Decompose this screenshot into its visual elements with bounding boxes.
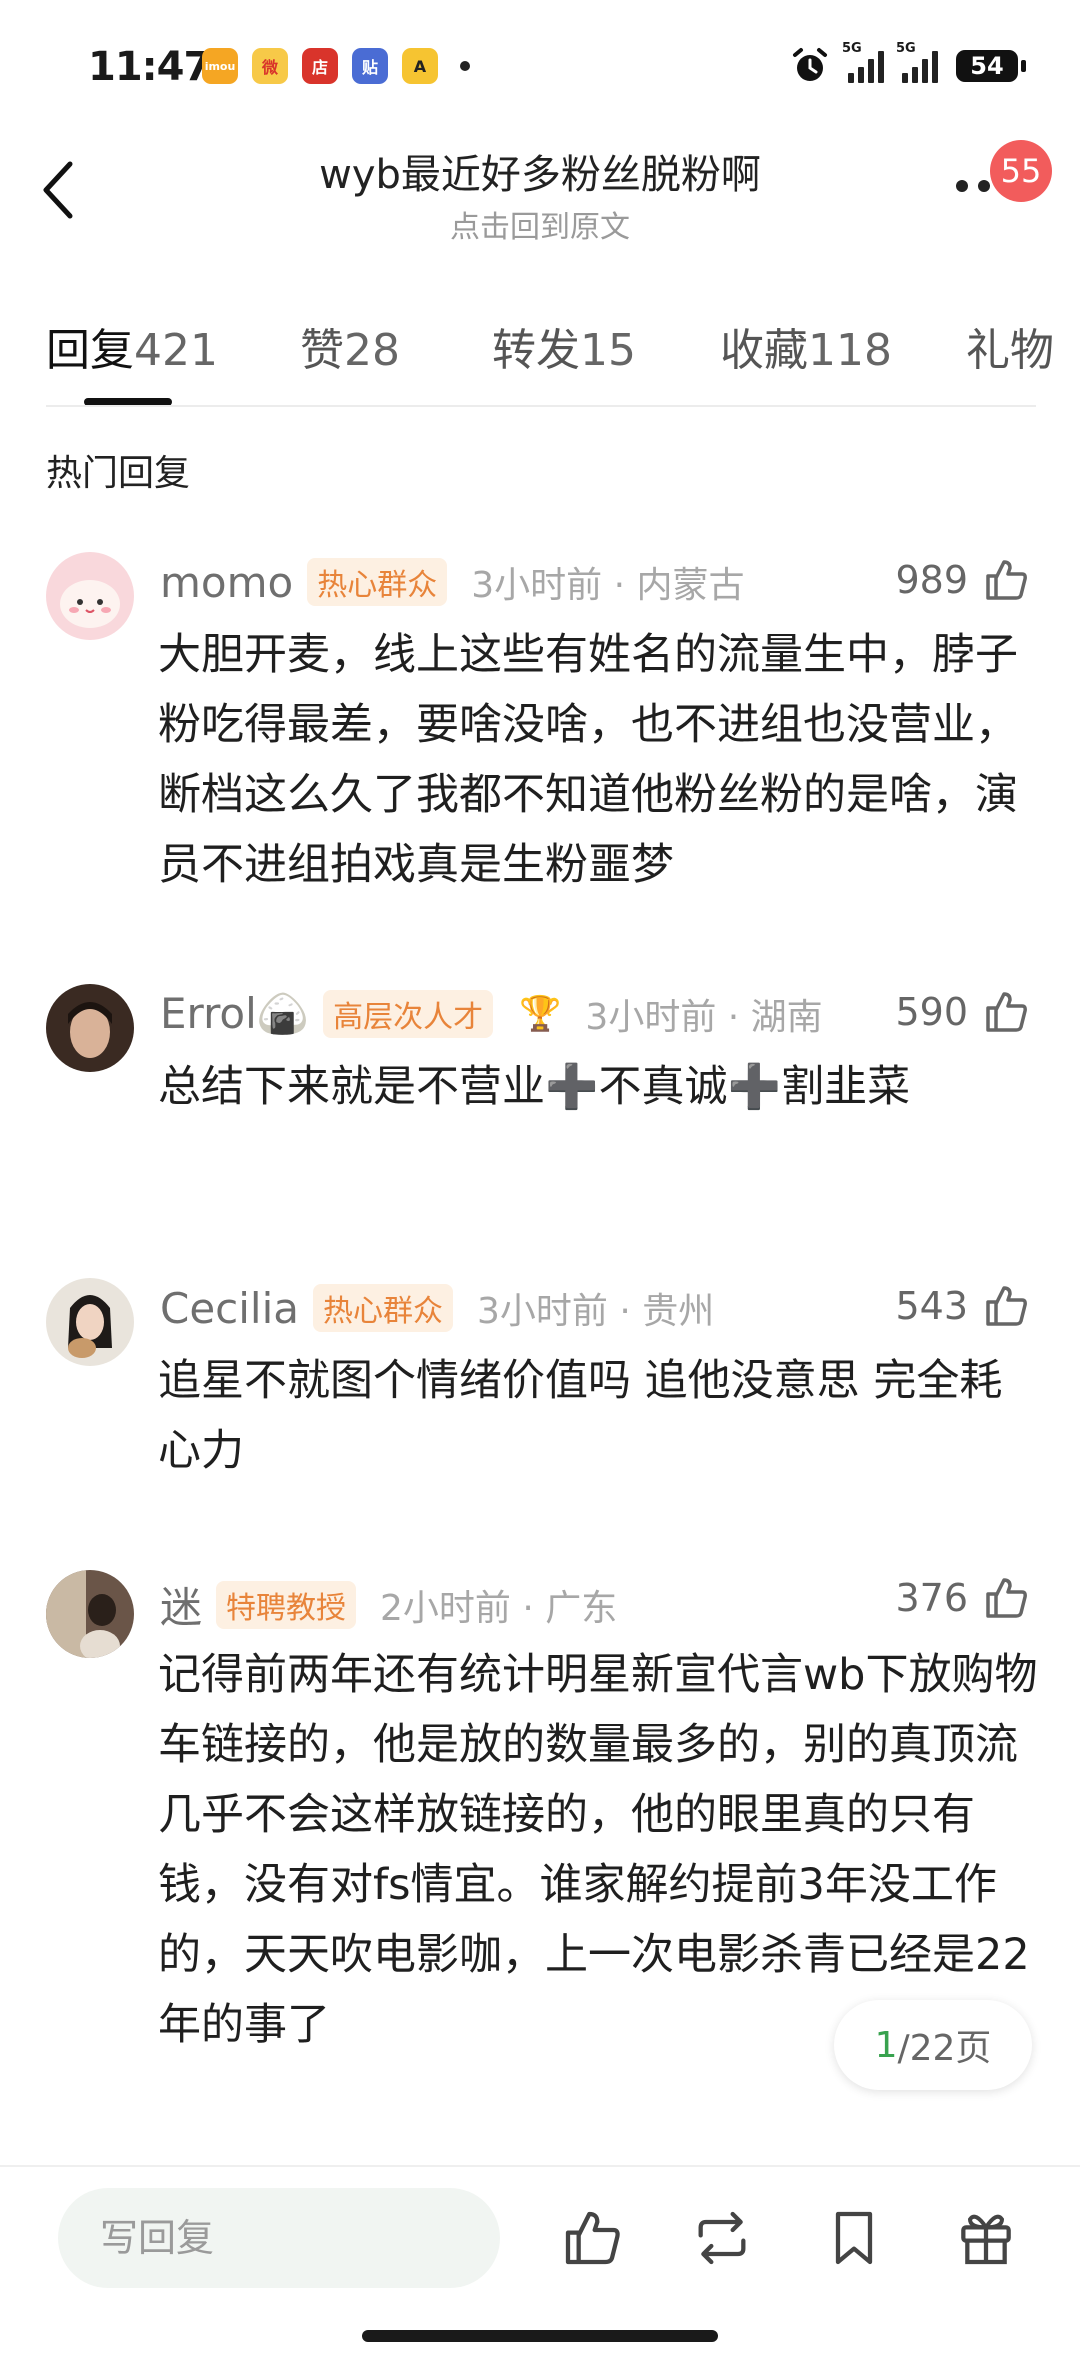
like-count: 376 xyxy=(895,1576,968,1620)
page-title[interactable]: wyb最近好多粉丝脱粉啊 xyxy=(0,142,1080,200)
thumbs-up-icon xyxy=(986,992,1027,1032)
comment-meta: momo 热心群众 3小时前 · 内蒙古 xyxy=(160,556,744,608)
comment-time-location: 3小时前 · 贵州 xyxy=(477,1291,715,1332)
total-pages: /22页 xyxy=(897,2028,992,2069)
user-badge: 热心群众 xyxy=(307,558,448,606)
like-count: 543 xyxy=(895,1284,968,1328)
current-page: 1 xyxy=(874,2024,898,2066)
comment-meta: 迷 特聘教授 2小时前 · 广东 xyxy=(160,1574,617,1635)
meituan-app-icon: A xyxy=(402,48,438,84)
tab-favorites[interactable]: 收藏118 xyxy=(720,314,892,374)
like-button[interactable]: 590 xyxy=(895,988,1030,1036)
tab-reposts[interactable]: 转发15 xyxy=(492,314,636,374)
back-to-original-link[interactable]: 点击回到原文 xyxy=(0,202,1080,246)
bottom-bar-divider xyxy=(0,2165,1080,2167)
comment-text: 大胆开麦，线上这些有姓名的流量生中，脖子粉吃得最差，要啥没啥，也不进组也没营业，… xyxy=(158,630,1018,890)
comment-text: 总结下来就是不营业➕不真诚➕割韭菜 xyxy=(158,1062,911,1112)
user-badge: 热心群众 xyxy=(313,1284,454,1332)
thumbs-up-icon xyxy=(986,560,1027,600)
home-indicator[interactable] xyxy=(362,2330,718,2342)
comment-text: 追星不就图个情绪价值吗 追他没意思 完全耗心力 xyxy=(158,1356,1003,1476)
repost-icon[interactable] xyxy=(690,2206,754,2270)
avatar[interactable] xyxy=(46,1570,134,1658)
gift-icon[interactable] xyxy=(954,2206,1018,2270)
bookmark-icon[interactable] xyxy=(822,2206,886,2270)
like-button[interactable]: 376 xyxy=(895,1574,1030,1622)
like-count: 989 xyxy=(895,558,968,602)
comment-meta: Cecilia 热心群众 3小时前 · 贵州 xyxy=(160,1282,714,1334)
signal-icon-1: 5G xyxy=(842,41,884,83)
notification-app-icons: imou 微 店 贴 A xyxy=(202,48,470,84)
comment-text: 记得前两年还有统计明星新宣代言wb下放购物车链接的，他是放的数量最多的，别的真顶… xyxy=(158,1650,1038,2050)
thumbs-up-icon xyxy=(986,1286,1027,1326)
trophy-icon: 🏆 xyxy=(519,994,562,1034)
thumbs-up-icon xyxy=(986,1578,1027,1618)
more-options-icon[interactable] xyxy=(956,180,990,192)
username[interactable]: Cecilia xyxy=(160,1284,299,1333)
tab-bar: 回复421 赞28 转发15 收藏118 礼物 xyxy=(46,314,1080,374)
username[interactable]: momo xyxy=(160,558,293,607)
store-app-icon: 店 xyxy=(302,48,338,84)
tab-replies[interactable]: 回复421 xyxy=(46,314,218,374)
like-button[interactable]: 989 xyxy=(895,556,1030,604)
status-time: 11:47 xyxy=(88,44,211,90)
pagination-indicator[interactable]: 1/22页 xyxy=(834,2000,1032,2090)
alarm-icon xyxy=(793,48,827,81)
comment-time-location: 3小时前 · 内蒙古 xyxy=(471,565,745,606)
tab-likes[interactable]: 赞28 xyxy=(300,314,400,374)
comment-time-location: 3小时前 · 湖南 xyxy=(585,997,823,1038)
more-notifications-dot xyxy=(460,61,470,71)
status-indicators: 5G 5G 54 xyxy=(790,41,1026,86)
comment-time-location: 2小时前 · 广东 xyxy=(380,1587,618,1629)
hot-replies-heading: 热门回复 xyxy=(46,453,191,494)
imou-app-icon: imou xyxy=(202,48,238,84)
tieba-app-icon: 贴 xyxy=(352,48,388,84)
tabs-divider xyxy=(46,405,1036,407)
user-badge: 高层次人才 xyxy=(323,990,494,1038)
avatar[interactable] xyxy=(46,1278,134,1366)
avatar[interactable] xyxy=(46,984,134,1072)
like-count: 590 xyxy=(895,990,968,1034)
user-badge: 特聘教授 xyxy=(216,1580,357,1629)
avatar[interactable] xyxy=(46,552,134,640)
like-button[interactable]: 543 xyxy=(895,1282,1030,1330)
username[interactable]: 迷 xyxy=(160,1574,202,1635)
comment-meta: Errol🍙 高层次人才 🏆 3小时前 · 湖南 xyxy=(160,988,823,1040)
reply-input[interactable] xyxy=(58,2188,500,2288)
notification-count-badge[interactable]: 55 xyxy=(990,140,1052,202)
tab-gifts[interactable]: 礼物 xyxy=(966,314,1054,374)
username[interactable]: Errol🍙 xyxy=(160,989,309,1039)
weibo-app-icon: 微 xyxy=(252,48,288,84)
like-post-icon[interactable] xyxy=(560,2206,624,2270)
battery-icon: 54 xyxy=(956,50,1026,82)
signal-icon-2: 5G xyxy=(896,41,938,83)
